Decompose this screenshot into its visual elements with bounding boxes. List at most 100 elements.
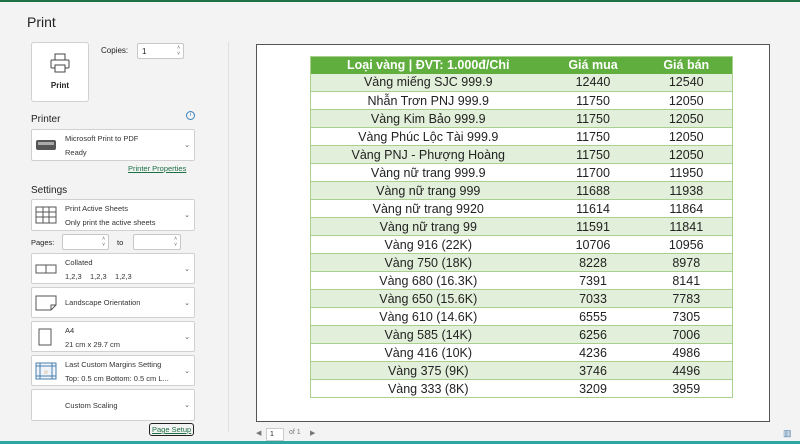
printer-properties-link[interactable]: Printer Properties: [128, 164, 186, 173]
print-what-title: Print Active Sheets: [65, 204, 128, 213]
buy-price-cell: 11750: [545, 91, 641, 110]
chevron-down-icon: ⌄: [184, 402, 190, 409]
printer-select[interactable]: Microsoft Print to PDF Ready ⌄: [31, 129, 195, 161]
spinner-arrows-icon[interactable]: ˄ ˅: [177, 45, 180, 57]
type-cell: Vàng 585 (14K): [310, 325, 546, 344]
sell-price-cell: 4496: [640, 361, 733, 380]
type-cell: Vàng 610 (14.6K): [310, 307, 546, 326]
copies-value: 1: [142, 47, 147, 56]
type-cell: Vàng PNJ - Phượng Hoàng: [310, 145, 546, 164]
sell-price-cell: 11950: [640, 163, 733, 182]
collate-select[interactable]: Collated 1,2,3 1,2,3 1,2,3 ⌄: [31, 253, 195, 284]
sell-price-cell: 7006: [640, 325, 733, 344]
print-button[interactable]: Print: [31, 42, 89, 102]
copies-input[interactable]: 1 ˄ ˅: [137, 43, 184, 59]
type-cell: Vàng 680 (16.3K): [310, 271, 546, 290]
scaling-select[interactable]: Custom Scaling ⌄: [31, 389, 195, 421]
buy-price-cell: 11591: [545, 217, 641, 236]
margins-icon: ☆: [35, 362, 57, 379]
buy-price-cell: 8228: [545, 253, 641, 272]
table-row: Vàng miếng SJC 999.9 12440 12540: [310, 73, 733, 92]
type-cell: Nhẫn Trơn PNJ 999.9: [310, 91, 546, 110]
table-row: Vàng nữ trang 9920 11614 11864: [310, 199, 733, 218]
margins-select[interactable]: ☆ Last Custom Margins Setting Top: 0.5 c…: [31, 355, 195, 386]
scaling-value: Custom Scaling: [65, 401, 118, 410]
print-what-select[interactable]: Print Active Sheets Only print the activ…: [31, 199, 195, 231]
type-cell: Vàng nữ trang 99: [310, 217, 546, 236]
type-cell: Vàng nữ trang 999.9: [310, 163, 546, 182]
printer-icon: [50, 53, 70, 73]
chevron-down-icon: ⌄: [184, 142, 190, 149]
print-what-sub: Only print the active sheets: [65, 218, 156, 227]
table-row: Vàng nữ trang 999.9 11700 11950: [310, 163, 733, 182]
type-cell: Vàng 375 (9K): [310, 361, 546, 380]
chevron-down-icon: ⌄: [184, 299, 190, 307]
previous-page-icon[interactable]: ◀: [256, 429, 261, 437]
paper-size-select[interactable]: A4 21 cm x 29.7 cm ⌄: [31, 321, 195, 352]
buy-price-cell: 6256: [545, 325, 641, 344]
spinner-arrows-icon[interactable]: ˄ ˅: [174, 236, 177, 248]
type-cell: Vàng 416 (10K): [310, 343, 546, 362]
sell-price-cell: 10956: [640, 235, 733, 254]
landscape-icon: [35, 295, 57, 310]
page-count: of 1: [289, 429, 301, 436]
sell-price-cell: 3959: [640, 379, 733, 398]
table-row: Vàng 610 (14.6K) 6555 7305: [310, 307, 733, 326]
buy-price-cell: 7391: [545, 271, 641, 290]
printer-name: Microsoft Print to PDF: [65, 134, 139, 143]
sell-price-cell: 4986: [640, 343, 733, 362]
page-number-input[interactable]: 1: [266, 428, 284, 441]
sell-price-cell: 12050: [640, 109, 733, 128]
sell-price-cell: 7305: [640, 307, 733, 326]
sell-price-cell: 11938: [640, 181, 733, 200]
orientation-select[interactable]: Landscape Orientation ⌄: [31, 287, 195, 318]
table-row: Vàng nữ trang 99 11591 11841: [310, 217, 733, 236]
panel-divider: [228, 42, 229, 432]
margins-title: Last Custom Margins Setting: [65, 360, 162, 369]
printer-status: Ready: [65, 148, 87, 157]
printer-heading: Printer: [31, 114, 61, 125]
sell-price-cell: 7783: [640, 289, 733, 308]
buy-price-cell: 11614: [545, 199, 641, 218]
pages-label: Pages:: [31, 238, 55, 247]
table-row: Vàng 750 (18K) 8228 8978: [310, 253, 733, 272]
buy-price-cell: 3209: [545, 379, 641, 398]
pages-to-input[interactable]: ˄ ˅: [133, 234, 181, 250]
print-preview-page: Loại vàng | ĐVT: 1.000đ/Chỉ Giá mua Giá …: [256, 44, 770, 422]
type-cell: Vàng nữ trang 999: [310, 181, 546, 200]
sheet-grid-icon: [35, 206, 57, 224]
sell-price-cell: 12050: [640, 145, 733, 164]
table-header-row: Loại vàng | ĐVT: 1.000đ/Chỉ Giá mua Giá …: [310, 56, 733, 74]
margins-sub: Top: 0.5 cm Bottom: 0.5 cm L...: [65, 374, 169, 383]
buy-price-cell: 11750: [545, 127, 641, 146]
info-icon[interactable]: i: [186, 111, 195, 120]
type-cell: Vàng Kim Bảo 999.9: [310, 109, 546, 128]
chevron-down-icon: ⌄: [184, 333, 190, 341]
table-row: Nhẫn Trơn PNJ 999.9 11750 12050: [310, 91, 733, 110]
table-row: Vàng Phúc Lộc Tài 999.9 11750 12050: [310, 127, 733, 146]
sell-price-cell: 11841: [640, 217, 733, 236]
column-header: Loại vàng | ĐVT: 1.000đ/Chỉ: [310, 56, 546, 74]
buy-price-cell: 10706: [545, 235, 641, 254]
buy-price-cell: 11750: [545, 145, 641, 164]
buy-price-cell: 7033: [545, 289, 641, 308]
column-header: Giá bán: [640, 56, 733, 74]
type-cell: Vàng 750 (18K): [310, 253, 546, 272]
type-cell: Vàng nữ trang 9920: [310, 199, 546, 218]
chevron-down-icon: ⌄: [184, 265, 190, 273]
pages-from-input[interactable]: ˄ ˅: [62, 234, 109, 250]
table-row: Vàng 916 (22K) 10706 10956: [310, 235, 733, 254]
table-row: Vàng 650 (15.6K) 7033 7783: [310, 289, 733, 308]
table-row: Vàng PNJ - Phượng Hoàng 11750 12050: [310, 145, 733, 164]
page-setup-link[interactable]: Page Setup: [149, 423, 195, 436]
buy-price-cell: 11750: [545, 109, 641, 128]
show-margins-icon[interactable]: ▥: [783, 428, 792, 439]
type-cell: Vàng 333 (8K): [310, 379, 546, 398]
sell-price-cell: 11864: [640, 199, 733, 218]
collate-sub: 1,2,3 1,2,3 1,2,3: [65, 272, 132, 281]
spinner-arrows-icon[interactable]: ˄ ˅: [102, 236, 105, 248]
type-cell: Vàng miếng SJC 999.9: [310, 73, 546, 92]
sell-price-cell: 8978: [640, 253, 733, 272]
buy-price-cell: 11700: [545, 163, 641, 182]
next-page-icon[interactable]: ▶: [310, 429, 315, 437]
